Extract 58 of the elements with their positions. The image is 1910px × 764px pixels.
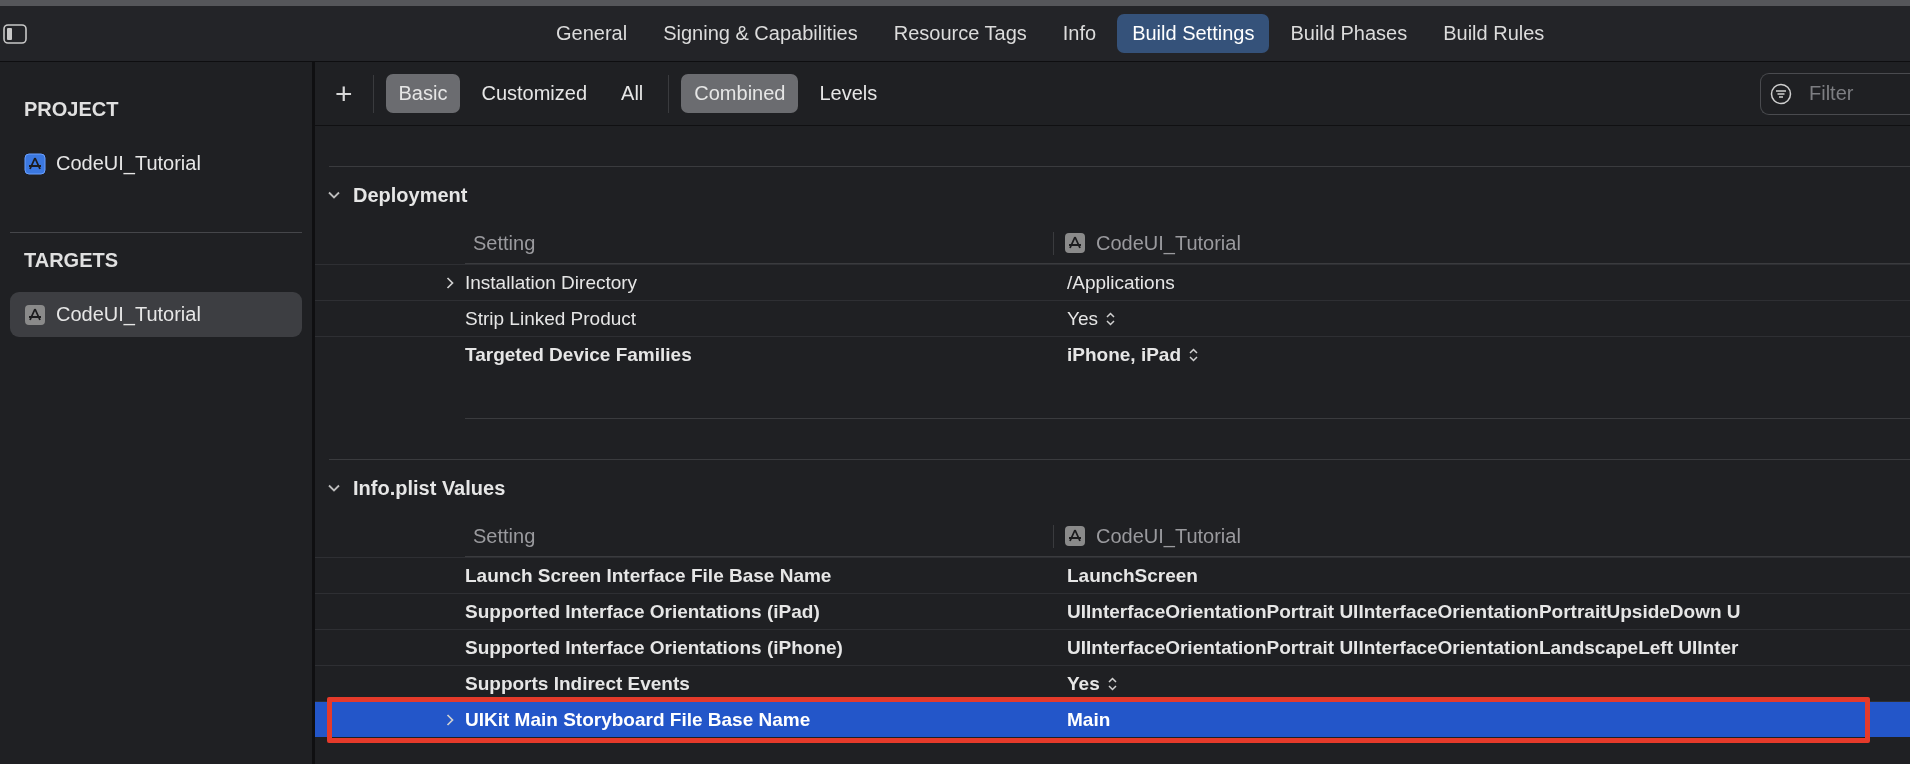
app-icon bbox=[1064, 525, 1086, 547]
setting-row[interactable]: Targeted Device Families iPhone, iPad bbox=[315, 336, 1910, 372]
setting-value: Main bbox=[1067, 708, 1111, 731]
scope-filter-button[interactable]: All bbox=[608, 74, 657, 113]
column-header: Setting bbox=[472, 231, 537, 255]
setting-row[interactable]: Supported Interface Orientations (iPad) UIInterfaceOrientationPortrait UIInterfaceOrientationPortraitUpsideDown U bbox=[315, 593, 1910, 629]
add-button[interactable]: + bbox=[327, 76, 361, 111]
tab[interactable]: Info bbox=[1047, 14, 1112, 53]
setting-value: LaunchScreen bbox=[1067, 564, 1198, 587]
app-icon bbox=[24, 303, 46, 326]
sidebar-item[interactable]: CodeUI_Tutorial bbox=[10, 141, 302, 186]
tab[interactable]: Resource Tags bbox=[878, 14, 1042, 53]
tab[interactable]: Build Rules bbox=[1428, 14, 1560, 53]
app-icon bbox=[1064, 232, 1086, 254]
setting-name: Strip Linked Product bbox=[465, 307, 637, 330]
setting-row[interactable]: Strip Linked Product Yes bbox=[315, 300, 1910, 336]
setting-name: Installation Directory bbox=[465, 271, 638, 294]
tab[interactable]: Signing & Capabilities bbox=[648, 14, 873, 53]
section-title: Info.plist Values bbox=[353, 476, 506, 500]
sidebar-item[interactable]: CodeUI_Tutorial bbox=[10, 292, 302, 337]
column-header: CodeUI_Tutorial bbox=[1096, 524, 1241, 548]
view-mode-button[interactable]: Levels bbox=[806, 74, 891, 113]
setting-value: /Applications bbox=[1067, 271, 1175, 294]
setting-row[interactable]: Supports Indirect Events Yes bbox=[315, 665, 1910, 701]
setting-value: Yes bbox=[1067, 672, 1100, 695]
setting-name: Supported Interface Orientations (iPad) bbox=[465, 600, 820, 623]
up-down-icon[interactable] bbox=[1107, 676, 1117, 691]
setting-value: Yes bbox=[1067, 307, 1098, 330]
setting-value: UIInterfaceOrientationPortrait UIInterfaceOrientationLandscapeLeft UIInter bbox=[1067, 636, 1739, 659]
setting-row[interactable]: Supported Interface Orientations (iPhone) UIInterfaceOrientationPortrait UIInterfaceOrientationLandscapeLeft UIInter bbox=[315, 629, 1910, 665]
view-mode-button[interactable]: Combined bbox=[681, 74, 799, 113]
setting-name: Targeted Device Families bbox=[465, 343, 692, 366]
up-down-icon[interactable] bbox=[1189, 347, 1199, 362]
column-header: Setting bbox=[472, 524, 537, 548]
setting-value: UIInterfaceOrientationPortrait UIInterfaceOrientationPortraitUpsideDown U bbox=[1067, 600, 1741, 623]
section-title: Deployment bbox=[353, 183, 468, 207]
sidebar-toggle-icon[interactable] bbox=[3, 23, 27, 44]
sidebar-heading: PROJECT bbox=[23, 98, 120, 121]
disclosure-icon[interactable] bbox=[445, 275, 455, 290]
scope-filter-button[interactable]: Customized bbox=[468, 74, 601, 113]
filter-field[interactable]: Filter bbox=[1760, 72, 1910, 115]
selected-row[interactable]: UIKit Main Storyboard File Base Name Main bbox=[315, 701, 1910, 737]
setting-name: Launch Screen Interface File Base Name bbox=[465, 564, 832, 587]
tab[interactable]: General bbox=[541, 14, 643, 53]
tab[interactable]: Build Settings bbox=[1117, 14, 1270, 53]
setting-name: UIKit Main Storyboard File Base Name bbox=[465, 708, 811, 731]
scope-filter-button[interactable]: Basic bbox=[385, 74, 461, 113]
column-header: CodeUI_Tutorial bbox=[1096, 231, 1241, 255]
up-down-icon[interactable] bbox=[1106, 311, 1115, 326]
sidebar-heading: TARGETS bbox=[23, 249, 120, 272]
setting-row[interactable]: Launch Screen Interface File Base Name LaunchScreen bbox=[315, 557, 1910, 593]
setting-name: Supported Interface Orientations (iPhone) bbox=[465, 636, 843, 659]
setting-row[interactable]: Installation Directory /Applications bbox=[315, 264, 1910, 300]
setting-name: Supports Indirect Events bbox=[465, 672, 690, 695]
setting-value: iPhone, iPad bbox=[1067, 343, 1182, 366]
filter-icon bbox=[1770, 82, 1792, 105]
blueprint-icon bbox=[24, 152, 46, 175]
tab[interactable]: Build Phases bbox=[1275, 14, 1423, 53]
